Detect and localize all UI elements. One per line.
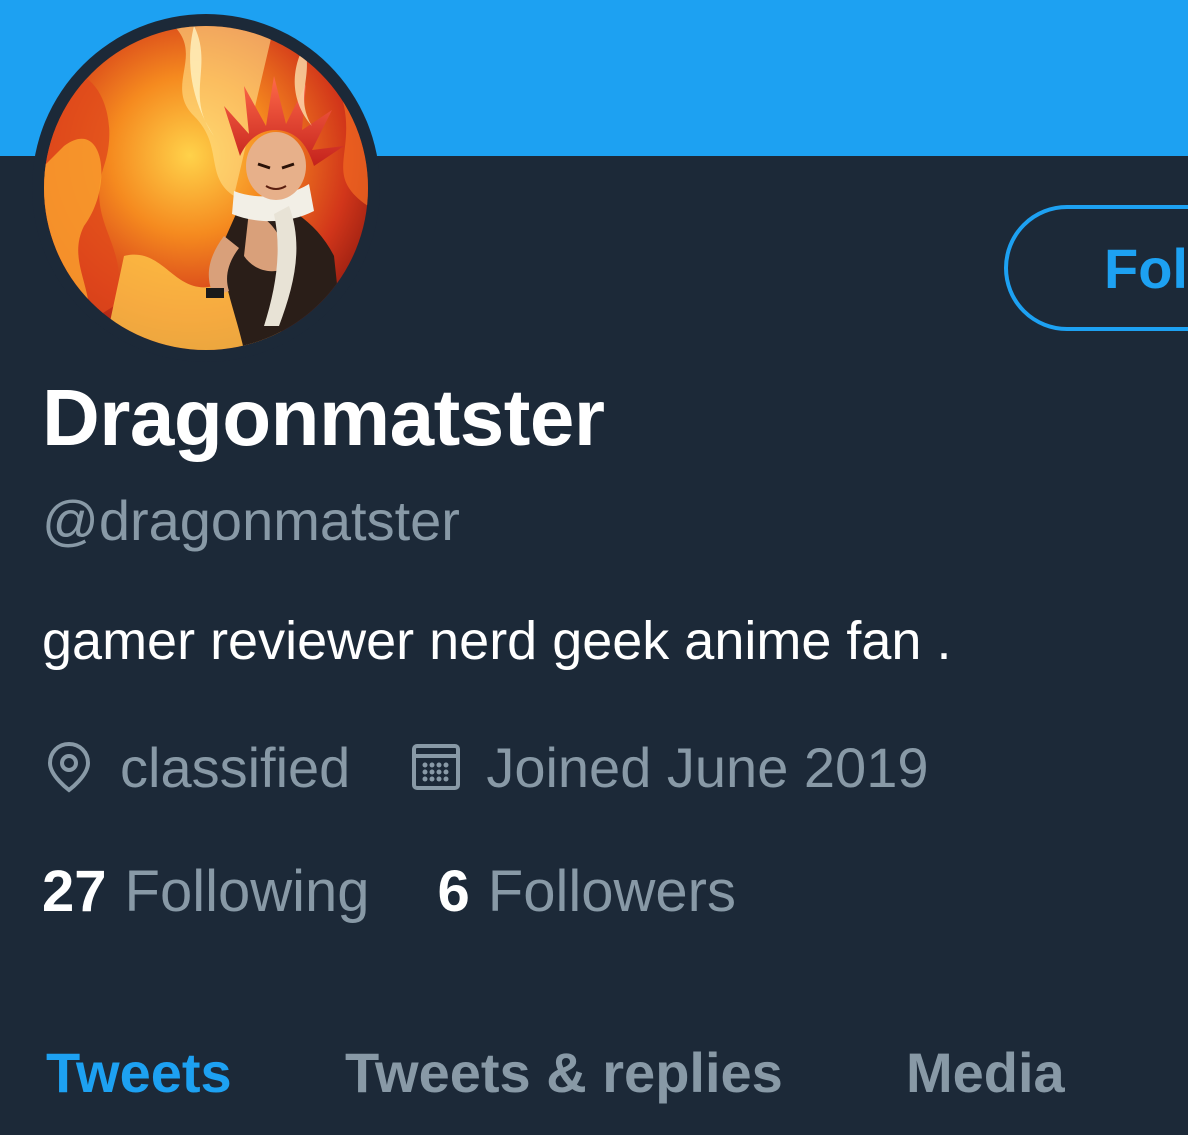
profile-tabs: Tweets Tweets & replies Media — [0, 1040, 1188, 1135]
profile-page: Fol Dragonmatster @dragonmatster gamer r… — [0, 0, 1188, 1135]
profile-meta: classified Joined June 2019 — [42, 730, 928, 804]
avatar[interactable] — [44, 26, 368, 350]
display-name: Dragonmatster — [42, 373, 605, 462]
joined-item: Joined June 2019 — [410, 735, 928, 800]
following-link[interactable]: 27 Following — [42, 858, 370, 925]
followers-label: Followers — [487, 859, 736, 924]
following-count: 27 — [42, 859, 107, 924]
following-label: Following — [124, 859, 370, 924]
tab-media[interactable]: Media — [906, 1040, 1065, 1105]
avatar-image — [44, 26, 368, 350]
tab-tweets[interactable]: Tweets — [46, 1040, 232, 1105]
followers-link[interactable]: 6 Followers — [438, 858, 736, 925]
location-label: classified — [120, 735, 351, 799]
follow-button-label: Fol — [1104, 236, 1188, 300]
location-pin-icon — [42, 740, 96, 794]
profile-bio: gamer reviewer nerd geek anime fan . — [42, 611, 952, 671]
calendar-icon — [410, 741, 462, 793]
joined-label: Joined June 2019 — [486, 735, 929, 799]
follow-button[interactable]: Fol — [1004, 205, 1188, 331]
followers-count: 6 — [437, 859, 470, 924]
profile-handle: @dragonmatster — [42, 489, 460, 552]
follow-counts: 27 Following 6 Followers — [42, 858, 736, 925]
avatar-ring — [32, 14, 380, 362]
tab-tweets-and-replies[interactable]: Tweets & replies — [345, 1040, 783, 1105]
location-item: classified — [42, 735, 350, 800]
